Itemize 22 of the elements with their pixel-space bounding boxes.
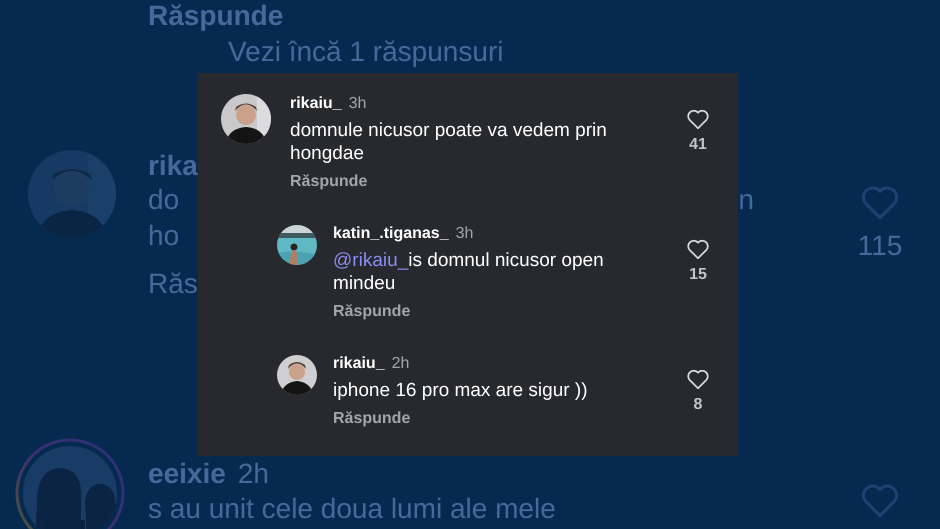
reply-link[interactable]: Răspunde: [333, 302, 678, 322]
like-count: 8: [694, 396, 702, 414]
comment-text: do: [148, 183, 180, 217]
reply-link[interactable]: Răspunde: [290, 172, 678, 192]
username[interactable]: rikaiu_: [333, 354, 385, 374]
comment-text: iphone 16 pro max are sigur )): [333, 379, 589, 402]
reply-link[interactable]: Răspunde: [333, 409, 678, 429]
comment-text: ho: [148, 219, 180, 253]
comment-text: @rikaiu_is domnul nicusor open mindeu: [333, 249, 605, 295]
timestamp: 2h: [238, 458, 270, 490]
like-count: 41: [689, 136, 707, 154]
like-count: 115: [858, 229, 902, 263]
comment-text: s au unit cele doua lumi ale mele: [148, 492, 556, 526]
mention-link[interactable]: @rikaiu_: [333, 250, 408, 271]
timestamp: 2h: [392, 354, 410, 374]
like-count: 15: [689, 266, 707, 284]
username[interactable]: rikaiu_: [290, 94, 342, 114]
username[interactable]: katin_.tiganas_: [333, 224, 449, 244]
comment-text: domnule nicusor poate va vedem prin hongdae: [290, 119, 608, 165]
comment-text: n: [738, 183, 754, 217]
timestamp: 3h: [456, 224, 474, 244]
timestamp: 3h: [348, 94, 366, 114]
